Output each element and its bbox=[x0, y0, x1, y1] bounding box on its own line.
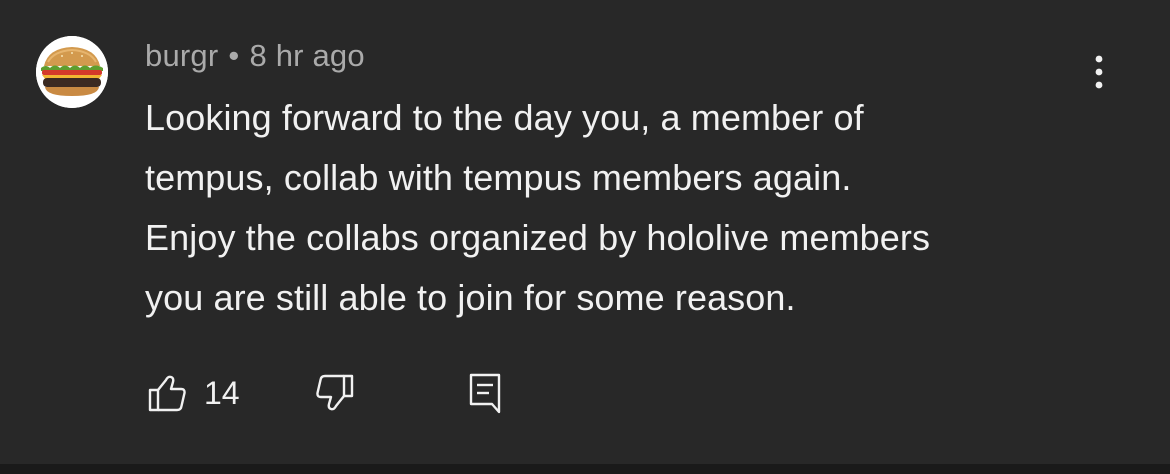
author-name[interactable]: burgr bbox=[145, 38, 218, 73]
avatar[interactable] bbox=[36, 36, 108, 108]
comment-line: you are still able to join for some reas… bbox=[145, 277, 796, 318]
comment-line: Looking forward to the day you, a member… bbox=[145, 97, 864, 138]
timestamp[interactable]: 8 hr ago bbox=[249, 38, 364, 73]
thumbs-down-icon bbox=[316, 374, 354, 411]
bottom-divider bbox=[0, 464, 1170, 474]
comment-card: burgr • 8 hr ago Looking forward to the da… bbox=[0, 0, 1170, 464]
comment-line: Enjoy the collabs organized by hololive … bbox=[145, 217, 931, 258]
comment-line: tempus, collab with tempus members again… bbox=[145, 157, 852, 198]
like-count: 14 bbox=[204, 375, 240, 411]
comment-menu-button[interactable] bbox=[1082, 52, 1116, 92]
dislike-button[interactable] bbox=[316, 372, 358, 419]
reply-button[interactable] bbox=[468, 372, 504, 419]
comment-meta: burgr • 8 hr ago bbox=[145, 38, 365, 74]
thumbs-up-icon bbox=[148, 375, 186, 412]
vertical-ellipsis-icon bbox=[1095, 55, 1103, 89]
reply-comment-icon bbox=[469, 373, 501, 414]
meta-separator: • bbox=[228, 38, 240, 73]
burger-avatar-image bbox=[36, 36, 108, 108]
comment-text: Looking forward to the day you, a member… bbox=[145, 88, 1105, 328]
like-button[interactable] bbox=[146, 372, 188, 419]
